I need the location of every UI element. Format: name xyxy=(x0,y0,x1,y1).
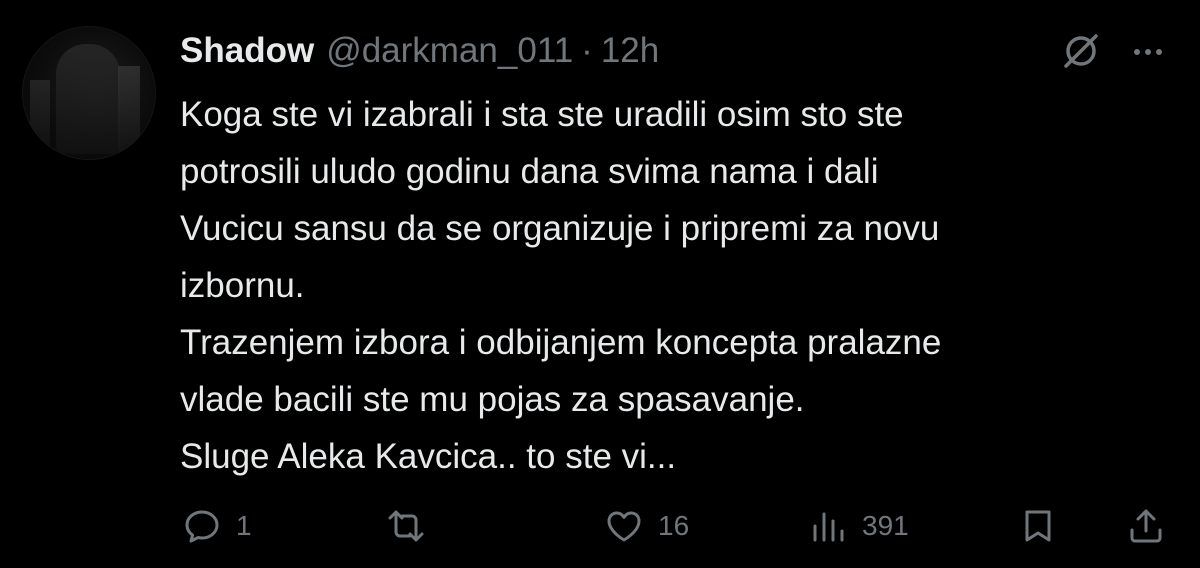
tweet-text-line: vlade bacili ste mu pojas za spasavanje. xyxy=(180,380,805,419)
avatar[interactable] xyxy=(22,26,156,160)
avatar-figure-right xyxy=(118,66,140,156)
separator-dot: · xyxy=(581,31,593,70)
tweet-text-line: potrosili uludo godinu dana svima nama i… xyxy=(180,152,879,191)
timestamp[interactable]: 12h xyxy=(601,31,659,71)
tweet[interactable]: Shadow @darkman_011 · 12h Koga ste vi iz… xyxy=(0,0,1200,568)
reply-count: 1 xyxy=(236,510,252,541)
reply-icon xyxy=(180,504,224,548)
views-count: 391 xyxy=(862,510,909,541)
user-handle[interactable]: @darkman_011 xyxy=(326,31,573,71)
views-button[interactable]: 391 xyxy=(806,500,909,552)
tweet-header: Shadow @darkman_011 · 12h xyxy=(180,26,659,76)
bookmark-button[interactable] xyxy=(1016,500,1060,552)
avatar-figure-left xyxy=(30,80,50,160)
like-icon xyxy=(602,504,646,548)
repost-button[interactable] xyxy=(382,500,442,552)
tweet-text-line: Sluge Aleka Kavcica.. to ste vi... xyxy=(180,437,677,476)
display-name[interactable]: Shadow xyxy=(180,31,314,71)
like-button[interactable]: 16 xyxy=(602,500,689,552)
reply-button[interactable]: 1 xyxy=(180,500,252,552)
avatar-figure xyxy=(56,44,120,154)
tweet-text-line: Trazenjem izbora i odbijanjem koncepta p… xyxy=(180,323,942,362)
tweet-text-line: Koga ste vi izabrali i sta ste uradili o… xyxy=(180,95,904,134)
more-icon[interactable] xyxy=(1124,28,1172,74)
share-button[interactable] xyxy=(1124,500,1168,552)
grok-icon[interactable] xyxy=(1058,28,1104,74)
action-bar: 1 16 391 xyxy=(0,500,1200,552)
tweet-text-line: Vucicu sansu da se organizuje i pripremi… xyxy=(180,209,940,248)
like-count: 16 xyxy=(658,510,690,541)
tweet-text-line: izbornu. xyxy=(180,266,305,305)
views-icon xyxy=(806,504,850,548)
share-icon xyxy=(1124,504,1168,548)
bookmark-icon xyxy=(1016,504,1060,548)
repost-icon xyxy=(382,504,430,548)
tweet-text: Koga ste vi izabrali i sta ste uradili o… xyxy=(180,86,1170,485)
